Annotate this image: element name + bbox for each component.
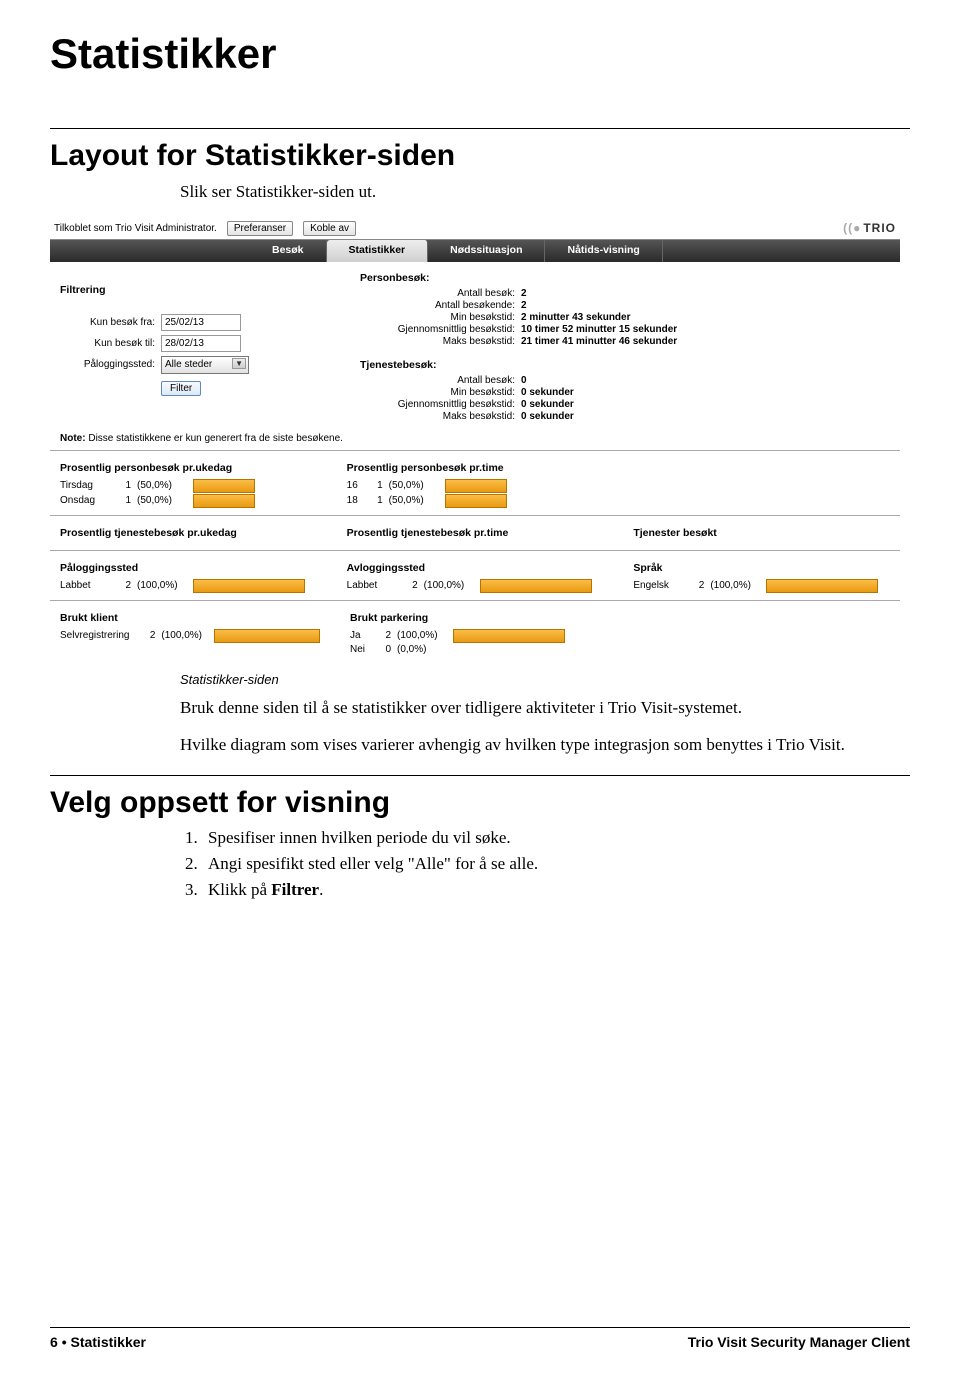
stats-note: Note: Disse statistikkene er kun generer…: [50, 423, 900, 450]
chart-title: Prosentlig tjenestebesøk pr.ukedag: [60, 527, 317, 539]
chart-title: Språk: [633, 562, 890, 574]
connected-as-text: Tilkoblet som Trio Visit Administrator.: [54, 223, 217, 234]
setup-heading: Velg oppsett for visning: [50, 786, 910, 820]
stat-row: Antall besøk:2: [360, 288, 890, 299]
bar-row: Tirsdag1(50,0%): [60, 479, 317, 493]
stat-row: Maks besøkstid:21 timer 41 minutter 46 s…: [360, 336, 890, 347]
location-label: Påloggingssted:: [60, 359, 155, 370]
step-item: Spesifiser innen hvilken periode du vil …: [202, 828, 910, 848]
page-title: Statistikker: [50, 30, 910, 78]
stat-row: Maks besøkstid:0 sekunder: [360, 411, 890, 422]
screenshot-caption: Statistikker-siden: [180, 672, 910, 687]
chart-title: Prosentlig tjenestebesøk pr.time: [347, 527, 604, 539]
location-select[interactable]: Alle steder: [161, 356, 249, 374]
section-divider: [50, 128, 910, 129]
to-date-input[interactable]: 28/02/13: [161, 335, 241, 352]
bar-row: Nei0(0,0%): [350, 644, 605, 655]
personbesok-heading: Personbesøk:: [360, 272, 890, 284]
filter-panel: Filtrering Kun besøk fra: 25/02/13 Kun b…: [60, 270, 350, 423]
stat-row: Gjennomsnittlig besøkstid:0 sekunder: [360, 399, 890, 410]
bar-row: Selvregistrering2(100,0%): [60, 629, 320, 643]
steps-list: Spesifiser innen hvilken periode du vil …: [180, 828, 910, 900]
bar-row: 181(50,0%): [347, 494, 604, 508]
nav-strip: Besøk Statistikker Nødssituasjon Nåtids-…: [50, 240, 900, 262]
section-divider: [50, 775, 910, 776]
paragraph: Hvilke diagram som vises varierer avheng…: [180, 734, 910, 757]
stat-row: Antall besøkende:2: [360, 300, 890, 311]
chart-title: Tjenester besøkt: [633, 527, 890, 539]
bar-row: Ja2(100,0%): [350, 629, 605, 643]
disconnect-button[interactable]: Koble av: [303, 221, 356, 236]
filter-heading: Filtrering: [60, 284, 350, 296]
statistikker-screenshot: Tilkoblet som Trio Visit Administrator. …: [50, 218, 900, 662]
step-item: Klikk på Filtrer.: [202, 880, 910, 900]
tab-besok[interactable]: Besøk: [250, 240, 327, 262]
tab-nodssituasjon[interactable]: Nødssituasjon: [428, 240, 545, 262]
bar-row: Onsdag1(50,0%): [60, 494, 317, 508]
tab-statistikker[interactable]: Statistikker: [327, 240, 429, 262]
bar-row: Engelsk2(100,0%): [633, 579, 890, 593]
stat-row: Min besøkstid:0 sekunder: [360, 387, 890, 398]
chart-title: Prosentlig personbesøk pr.time: [347, 462, 604, 474]
tab-natids-visning[interactable]: Nåtids-visning: [545, 240, 662, 262]
from-label: Kun besøk fra:: [60, 317, 155, 328]
stat-row: Gjennomsnittlig besøkstid:10 timer 52 mi…: [360, 324, 890, 335]
chart-title: Prosentlig personbesøk pr.ukedag: [60, 462, 317, 474]
chart-title: Brukt parkering: [350, 612, 605, 624]
from-date-input[interactable]: 25/02/13: [161, 314, 241, 331]
preferences-button[interactable]: Preferanser: [227, 221, 293, 236]
bar-row: Labbet2(100,0%): [60, 579, 317, 593]
footer-left: 6 • Statistikker: [50, 1334, 146, 1350]
paragraph: Bruk denne siden til å se statistikker o…: [180, 697, 910, 720]
chart-title: Brukt klient: [60, 612, 320, 624]
chart-title: Avloggingssted: [347, 562, 604, 574]
layout-intro: Slik ser Statistikker-siden ut.: [180, 181, 910, 204]
bar-row: 161(50,0%): [347, 479, 604, 493]
stat-row: Min besøkstid:2 minutter 43 sekunder: [360, 312, 890, 323]
trio-logo: TRIO: [843, 221, 896, 235]
footer-right: Trio Visit Security Manager Client: [688, 1334, 910, 1350]
to-label: Kun besøk til:: [60, 338, 155, 349]
chart-title: Påloggingssted: [60, 562, 317, 574]
step-item: Angi spesifikt sted eller velg "Alle" fo…: [202, 854, 910, 874]
layout-heading: Layout for Statistikker-siden: [50, 139, 910, 173]
bar-row: Labbet2(100,0%): [347, 579, 604, 593]
filter-button[interactable]: Filter: [161, 381, 201, 396]
page-footer: 6 • Statistikker Trio Visit Security Man…: [50, 1327, 910, 1350]
stat-row: Antall besøk:0: [360, 375, 890, 386]
tjenestebesok-heading: Tjenestebesøk:: [360, 359, 890, 371]
